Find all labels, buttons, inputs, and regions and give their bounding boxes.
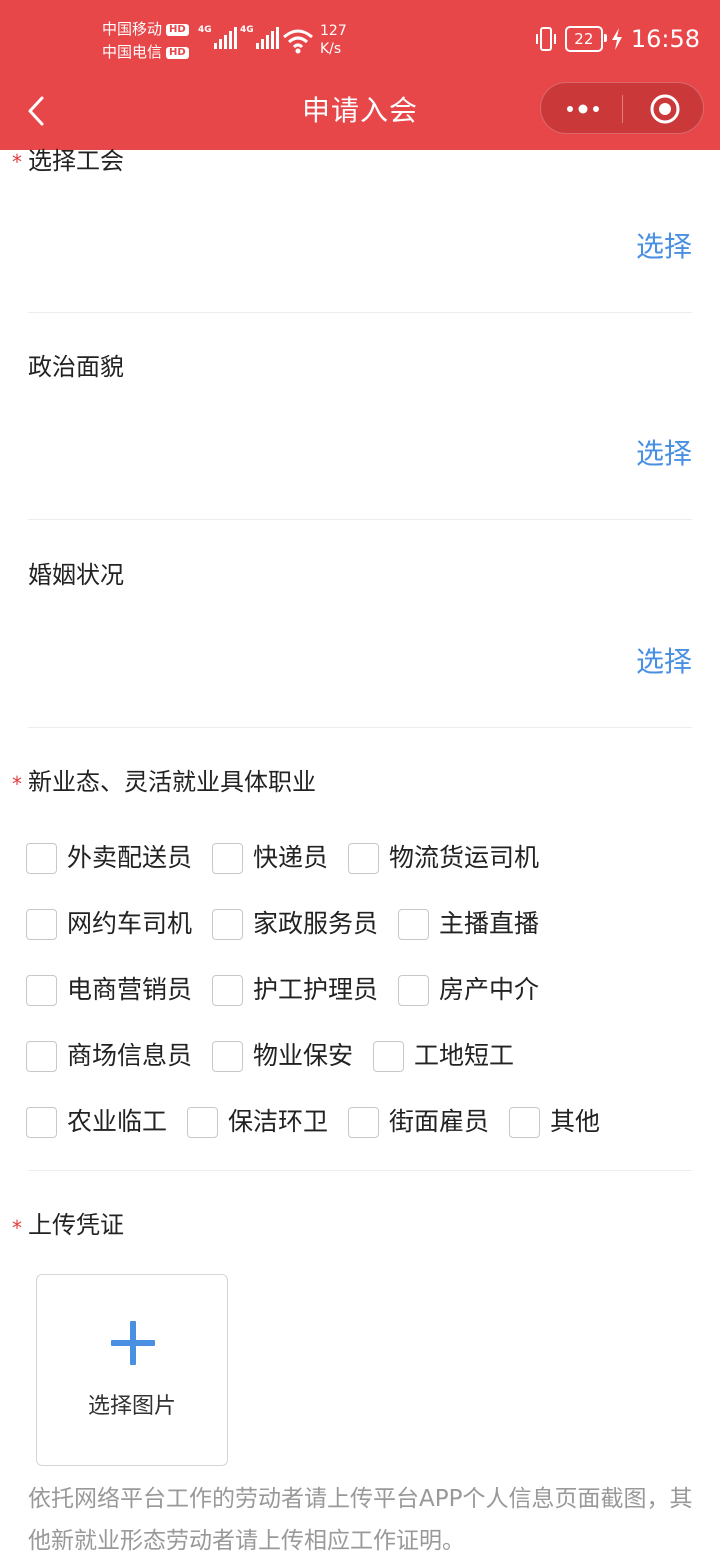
network-speed: 127 K/s: [320, 23, 347, 57]
checkbox[interactable]: [373, 1040, 405, 1072]
battery-icon: 22: [564, 26, 607, 52]
checkbox-label: 街面雇员: [389, 1107, 490, 1136]
checkbox-label: 其他: [550, 1107, 601, 1136]
checkbox[interactable]: [26, 842, 57, 874]
checkbox[interactable]: [26, 1040, 57, 1072]
upload-image-button[interactable]: 选择图片: [36, 1274, 228, 1466]
checkbox[interactable]: [187, 1106, 219, 1138]
marital-label: 婚姻状况: [28, 561, 124, 589]
close-mini-program-icon[interactable]: [649, 93, 681, 125]
nav-bar: 申请入会: [0, 82, 720, 150]
checkbox-row: 外卖配送员 快递员 物流货运司机: [26, 838, 559, 878]
capsule-divider: [622, 95, 623, 123]
checkbox-label: 家政服务员: [253, 909, 379, 938]
required-mark: *: [12, 150, 22, 174]
checkbox-item[interactable]: 电商营销员: [26, 974, 193, 1006]
checkbox-row: 农业临工 保洁环卫 街面雇员 其他: [26, 1102, 620, 1142]
checkbox-item[interactable]: 快递员: [212, 842, 329, 874]
checkbox[interactable]: [212, 842, 244, 874]
checkbox-item[interactable]: 商场信息员: [26, 1040, 193, 1072]
charging-icon: [611, 28, 622, 50]
checkbox-label: 网约车司机: [67, 909, 193, 938]
checkbox-item[interactable]: 主播直播: [398, 908, 540, 940]
required-mark: *: [12, 1216, 22, 1240]
checkbox[interactable]: [212, 974, 244, 1006]
checkbox[interactable]: [398, 974, 430, 1006]
checkbox-label: 快递员: [253, 843, 329, 872]
checkbox[interactable]: [26, 908, 57, 940]
checkbox-row: 商场信息员 物业保安 工地短工: [26, 1036, 534, 1076]
required-mark: *: [12, 772, 22, 796]
upload-note: 依托网络平台工作的劳动者请上传平台APP个人信息页面截图，其他新就业形态劳动者请…: [28, 1486, 693, 1554]
checkbox-label: 主播直播: [439, 909, 540, 938]
upload-button-label: 选择图片: [87, 1394, 176, 1419]
status-bar: 中国移动 HD 中国电信 HD 4G 4G 127 K/s 22 16:58: [0, 0, 720, 84]
checkbox[interactable]: [212, 908, 244, 940]
checkbox-label: 工地短工: [414, 1041, 515, 1070]
more-icon[interactable]: [563, 97, 603, 121]
checkbox-label: 电商营销员: [67, 975, 193, 1004]
checkbox-label: 商场信息员: [67, 1041, 193, 1070]
checkbox[interactable]: [348, 1106, 380, 1138]
checkbox-item[interactable]: 农业临工: [26, 1106, 168, 1138]
occupation-label: 新业态、灵活就业具体职业: [28, 768, 316, 796]
checkbox-item[interactable]: 物业保安: [212, 1040, 354, 1072]
divider: [28, 1170, 692, 1171]
union-select-button[interactable]: 选择: [636, 230, 692, 264]
checkbox-item[interactable]: 网约车司机: [26, 908, 193, 940]
checkbox-item[interactable]: 家政服务员: [212, 908, 379, 940]
plus-icon: [111, 1321, 155, 1365]
hd-badge: HD: [166, 46, 189, 59]
checkbox-label: 物流货运司机: [389, 843, 540, 872]
checkbox[interactable]: [212, 1040, 244, 1072]
hd-badge: HD: [166, 23, 189, 36]
checkbox[interactable]: [398, 908, 430, 940]
checkbox-label: 护工护理员: [253, 975, 379, 1004]
checkbox-label: 外卖配送员: [67, 843, 193, 872]
union-label: 选择工会: [28, 147, 124, 175]
checkbox-item[interactable]: 护工护理员: [212, 974, 379, 1006]
checkbox[interactable]: [348, 842, 380, 874]
checkbox-label: 农业临工: [67, 1107, 168, 1136]
political-select-button[interactable]: 选择: [636, 437, 692, 471]
carrier-info: 中国移动 HD 中国电信 HD: [102, 18, 189, 64]
app-header: 中国移动 HD 中国电信 HD 4G 4G 127 K/s 22 16:58 申…: [0, 0, 720, 150]
vibrate-icon: [535, 27, 556, 51]
battery-level: 22: [574, 30, 594, 48]
checkbox-item[interactable]: 街面雇员: [348, 1106, 490, 1138]
checkbox-item[interactable]: 房产中介: [398, 974, 540, 1006]
marital-select-button[interactable]: 选择: [636, 645, 692, 679]
checkbox-label: 房产中介: [439, 975, 540, 1004]
clock: 16:58: [630, 25, 700, 53]
checkbox-item[interactable]: 工地短工: [373, 1040, 515, 1072]
political-label: 政治面貌: [28, 353, 124, 381]
carrier-1: 中国移动: [102, 20, 163, 38]
checkbox-label: 保洁环卫: [228, 1107, 329, 1136]
divider: [28, 519, 692, 520]
wifi-icon: [283, 29, 313, 54]
checkbox[interactable]: [26, 1106, 57, 1138]
carrier-2: 中国电信: [102, 43, 163, 61]
checkbox-item[interactable]: 其他: [509, 1106, 601, 1138]
status-right: 22 16:58: [535, 26, 700, 52]
checkbox-label: 物业保安: [253, 1041, 354, 1070]
divider: [28, 312, 692, 313]
checkbox-item[interactable]: 物流货运司机: [348, 842, 540, 874]
checkbox-item[interactable]: 外卖配送员: [26, 842, 193, 874]
signal-2-icon: 4G: [240, 26, 279, 49]
checkbox-row: 网约车司机 家政服务员 主播直播: [26, 904, 559, 944]
divider: [28, 727, 692, 728]
checkbox-item[interactable]: 保洁环卫: [187, 1106, 329, 1138]
upload-label: 上传凭证: [28, 1211, 124, 1239]
checkbox-row: 电商营销员 护工护理员 房产中介: [26, 970, 559, 1010]
checkbox[interactable]: [26, 974, 57, 1006]
checkbox[interactable]: [509, 1106, 541, 1138]
signal-1-icon: 4G: [198, 26, 237, 49]
mini-program-capsule: [540, 82, 704, 134]
